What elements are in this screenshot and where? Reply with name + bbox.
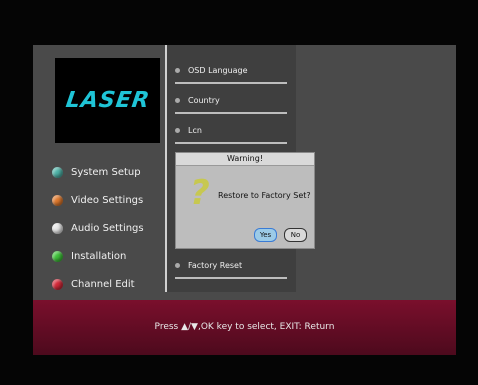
green-dot-icon bbox=[52, 250, 63, 262]
dialog-message: Restore to Factory Set? bbox=[218, 191, 311, 200]
menu-item-label: Audio Settings bbox=[71, 222, 144, 234]
submenu-item-label: OSD Language bbox=[188, 65, 248, 75]
teal-dot-icon bbox=[52, 166, 63, 178]
menu-item-channel-edit[interactable]: Channel Edit bbox=[52, 270, 144, 298]
white-dot-icon bbox=[52, 222, 63, 234]
submenu-item-country[interactable]: Country bbox=[175, 88, 287, 114]
menu-item-video-settings[interactable]: Video Settings bbox=[52, 186, 144, 214]
submenu-item-factory-reset[interactable]: Factory Reset bbox=[175, 253, 287, 279]
submenu-item-label: Factory Reset bbox=[188, 260, 243, 270]
submenu-item-lcn[interactable]: Lcn bbox=[175, 118, 287, 144]
warning-dialog: Warning! ? Restore to Factory Set? Yes N… bbox=[175, 152, 315, 249]
no-button[interactable]: No bbox=[284, 228, 307, 242]
dialog-title: Warning! bbox=[176, 153, 314, 166]
bullet-icon bbox=[175, 97, 180, 103]
red-dot-icon bbox=[52, 278, 63, 290]
main-menu: System Setup Video Settings Audio Settin… bbox=[52, 158, 144, 298]
menu-item-label: Channel Edit bbox=[71, 278, 135, 290]
menu-item-installation[interactable]: Installation bbox=[52, 242, 144, 270]
submenu-item-osd-language[interactable]: OSD Language bbox=[175, 58, 287, 84]
menu-item-system-setup[interactable]: System Setup bbox=[52, 158, 144, 186]
footer-bar: Press ▲/▼,OK key to select, EXIT: Return bbox=[33, 300, 456, 355]
menu-item-label: Installation bbox=[71, 250, 127, 262]
question-mark-icon: ? bbox=[190, 173, 210, 213]
yes-button[interactable]: Yes bbox=[254, 228, 277, 242]
logo-text: LASER bbox=[63, 88, 152, 113]
bullet-icon bbox=[175, 127, 180, 133]
footer-hint: Press ▲/▼,OK key to select, EXIT: Return bbox=[154, 322, 335, 332]
menu-item-label: System Setup bbox=[71, 166, 141, 178]
brand-logo: LASER bbox=[55, 58, 160, 143]
bullet-icon bbox=[175, 67, 180, 73]
menu-item-audio-settings[interactable]: Audio Settings bbox=[52, 214, 144, 242]
bullet-icon bbox=[175, 262, 180, 268]
orange-dot-icon bbox=[52, 194, 63, 206]
menu-item-label: Video Settings bbox=[71, 194, 144, 206]
submenu-item-label: Country bbox=[188, 95, 220, 105]
submenu-item-label: Lcn bbox=[188, 125, 202, 135]
